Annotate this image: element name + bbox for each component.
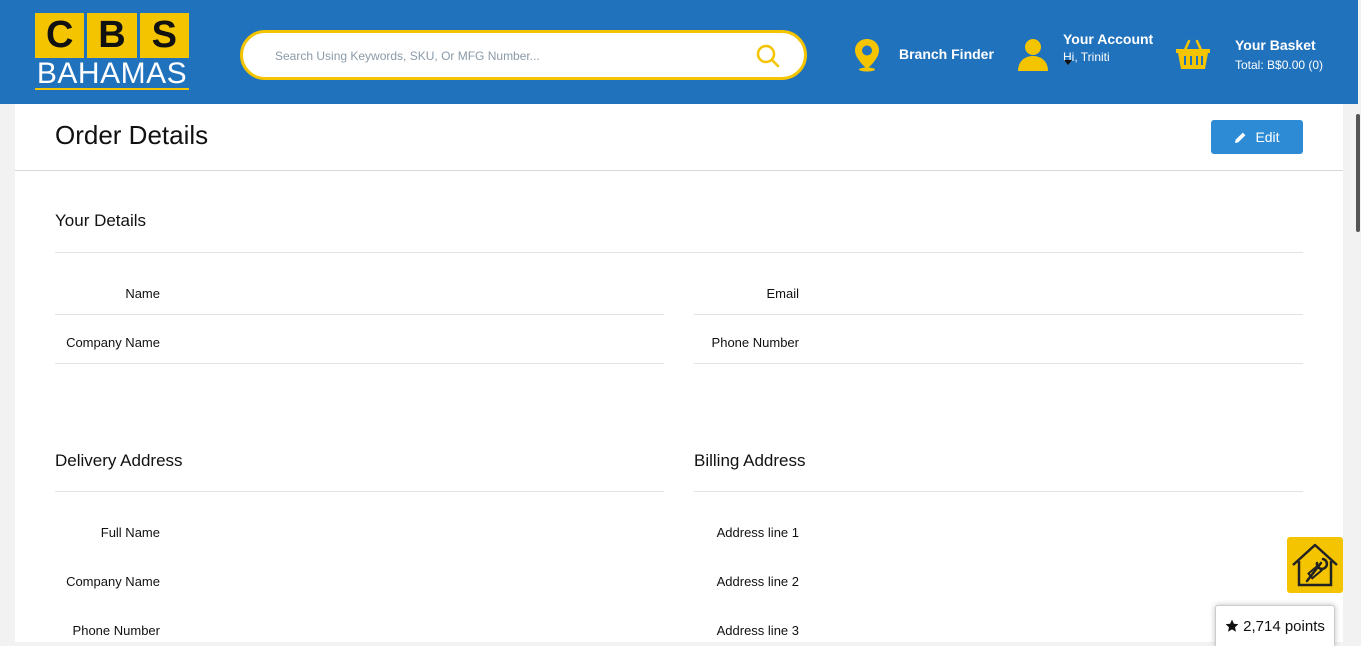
logo-letters: C B S	[35, 13, 189, 58]
divider	[55, 363, 664, 364]
panel-header: Order Details Edit	[15, 104, 1343, 171]
order-details-panel: Order Details Edit Your Details Name Ema…	[15, 104, 1343, 642]
account-greeting: Hi, Triniti	[1063, 50, 1110, 64]
delivery-address-title: Delivery Address	[55, 451, 183, 470]
site-header: C B S BAHAMAS Branch Finder Your Account…	[0, 0, 1358, 104]
logo-letter: C	[35, 13, 88, 58]
email-label: Email	[766, 286, 799, 301]
logo-subtitle: BAHAMAS	[35, 57, 189, 90]
account-title: Your Account	[1063, 31, 1154, 47]
divider	[694, 314, 1303, 315]
account-menu[interactable]: Your Account Hi, Triniti	[1063, 31, 1153, 64]
address-line-3-label: Address line 3	[716, 623, 799, 638]
divider	[694, 363, 1303, 364]
logo-letter: B	[87, 13, 140, 58]
house-tools-icon	[1292, 543, 1338, 587]
loyalty-points-badge[interactable]: 2,714 points	[1215, 605, 1335, 646]
divider	[694, 491, 1303, 492]
billing-address-title: Billing Address	[694, 451, 806, 470]
search-bar	[240, 30, 807, 80]
company-name-label: Company Name	[66, 335, 160, 350]
points-value: 2,714 points	[1243, 617, 1325, 635]
delivery-company-label: Company Name	[66, 574, 160, 589]
chevron-down-icon[interactable]	[1064, 60, 1072, 65]
name-label: Name	[125, 286, 160, 301]
cbs-bahamas-logo[interactable]: C B S BAHAMAS	[35, 13, 189, 90]
edit-label: Edit	[1255, 129, 1280, 145]
location-pin-icon[interactable]	[853, 38, 881, 77]
delivery-phone-label: Phone Number	[72, 623, 160, 638]
pencil-icon	[1235, 132, 1246, 143]
search-icon[interactable]	[756, 44, 780, 73]
your-details-title: Your Details	[55, 211, 147, 230]
logo-letter: S	[151, 14, 177, 56]
basket-title: Your Basket	[1235, 37, 1316, 53]
full-name-label: Full Name	[100, 525, 160, 540]
address-line-2-label: Address line 2	[716, 574, 799, 589]
user-icon[interactable]	[1016, 37, 1050, 78]
star-icon	[1225, 619, 1239, 632]
page-scrollbar[interactable]	[1356, 114, 1360, 232]
search-input[interactable]	[273, 44, 747, 68]
divider	[55, 491, 664, 492]
page-title: Order Details	[55, 120, 209, 150]
basket-total: Total: B$0.00 (0)	[1235, 58, 1324, 72]
divider	[55, 252, 1303, 253]
phone-number-label: Phone Number	[711, 335, 799, 350]
basket-summary[interactable]: Your Basket Total: B$0.00 (0)	[1235, 37, 1323, 72]
home-services-button[interactable]	[1287, 537, 1343, 593]
branch-finder-link[interactable]: Branch Finder	[899, 46, 994, 62]
address-line-1-label: Address line 1	[716, 525, 799, 540]
divider	[55, 314, 664, 315]
edit-button[interactable]: Edit	[1211, 120, 1303, 154]
basket-icon[interactable]	[1175, 38, 1211, 75]
